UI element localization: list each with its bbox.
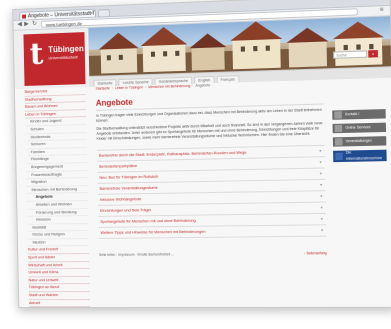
teaser-icon [334, 138, 343, 146]
sidebar-item[interactable]: Aktuell [28, 299, 91, 308]
breadcrumb-item[interactable]: Leben in Tübingen [115, 85, 143, 90]
logo-name: Tübingen [48, 44, 84, 55]
site-search-input[interactable]: Suche [333, 50, 368, 59]
favicon-icon [22, 14, 27, 19]
right-sidebar: Kontakt / AnsprechpartnerOnline Services… [332, 109, 387, 166]
sidebar-teaser-button[interactable]: Online Services [332, 122, 387, 134]
chevron-down-icon: ▾ [319, 181, 323, 188]
page-footer-links: Seite teilen · Impressum · Inhalte Barri… [99, 251, 327, 257]
browser-window: Angebote – Universitätsstadt T… × ◀ ▶ ↻ … [12, 0, 391, 309]
close-tab-icon[interactable]: × [90, 10, 93, 18]
accordion-item-label: Sportangebote für Menschen mit und ohne … [100, 218, 196, 224]
chevron-down-icon: ▾ [319, 147, 322, 154]
accordion-item-label: Barrierefreie Veranstaltungsräume [99, 185, 158, 191]
screenshot-stage: Angebote – Universitätsstadt T… × ◀ ▶ ↻ … [0, 0, 391, 329]
forward-icon[interactable]: ▶ [24, 21, 29, 28]
accordion-item-label: Barrierefrei durch die Stadt: Enderplatz… [98, 150, 247, 158]
accordion-item-label: Neu: Bus für Tübingen im Rollstuhl [99, 174, 159, 180]
back-icon[interactable]: ◀ [17, 22, 22, 29]
breadcrumb-item[interactable]: Startseite [95, 86, 109, 90]
accordion-item-label: Weitere Tipps und Hinweise für Menschen … [100, 229, 206, 235]
main-column: Startseite › Leben in Tübingen › Menschen mi… [95, 80, 326, 257]
teaser-label: Online Services [345, 125, 371, 130]
chevron-down-icon: ▾ [320, 204, 323, 210]
breadcrumb-current: Angebote [195, 83, 211, 88]
accordion-item-label: Behindertenparkplätze [99, 164, 138, 169]
browser-menu-icon[interactable]: ≡ [380, 7, 384, 14]
reload-icon[interactable]: ↻ [32, 21, 37, 28]
teaser-icon [335, 152, 343, 161]
accordion-item-label: Einrichtungen und freie Träger [100, 208, 152, 213]
teaser-label: Die Informationsbroschüre [345, 150, 383, 161]
accordion-item-label: Inklusive Wohnangebote [99, 197, 142, 202]
logo-letter: t [29, 36, 44, 72]
search-icon[interactable]: ⌕ [368, 50, 378, 58]
back-to-top-link[interactable]: ↑ Seitenanfang [304, 251, 327, 255]
body-paragraph: Die Stadtverwaltung unterstützt verschie… [96, 121, 323, 141]
chevron-down-icon: ▾ [320, 216, 323, 222]
teaser-icon [334, 111, 342, 119]
chevron-down-icon: ▾ [320, 193, 323, 199]
sidebar-navigation: Bürgerservice Stadtverwaltung Bauen und Wo… [24, 87, 91, 308]
sidebar-item[interactable]: Tübingen an Beruf [28, 284, 90, 293]
sidebar-teaser-button[interactable]: Die Informationsbroschüre Tübingen ohne B… [333, 149, 387, 166]
sidebar-item[interactable]: Stadt und Wahlen [28, 292, 90, 300]
logo-subtitle: Universitätsstadt [48, 54, 78, 61]
sidebar-teaser-button[interactable]: Kontakt / Ansprechpartner [332, 109, 386, 126]
breadcrumb-item[interactable]: Menschen mit Behinderung [148, 84, 190, 89]
sidebar-teaser-button[interactable]: Veranstaltungen [332, 136, 387, 147]
teaser-label: Veranstaltungen [345, 138, 372, 144]
accordion-item[interactable]: Weitere Tipps und Hinweise für Menschen … [98, 224, 327, 239]
chevron-down-icon: ▾ [319, 170, 322, 176]
chevron-down-icon: ▾ [319, 159, 322, 165]
offers-accordion: Barrierefrei durch die Stadt: Enderplatz… [96, 144, 327, 239]
footer-text[interactable]: Seite teilen · Impressum · Inhalte Barri… [99, 252, 174, 257]
site-logo[interactable]: t Tübingen Universitätsstadt [23, 32, 86, 86]
page-content: Bürgerservice Stadtverwaltung Bauen und Wo… [14, 77, 391, 308]
chevron-down-icon: ▾ [320, 227, 324, 233]
teaser-icon [334, 124, 343, 133]
teaser-label-secondary: Tübingen ohne Barrieren [346, 161, 387, 167]
